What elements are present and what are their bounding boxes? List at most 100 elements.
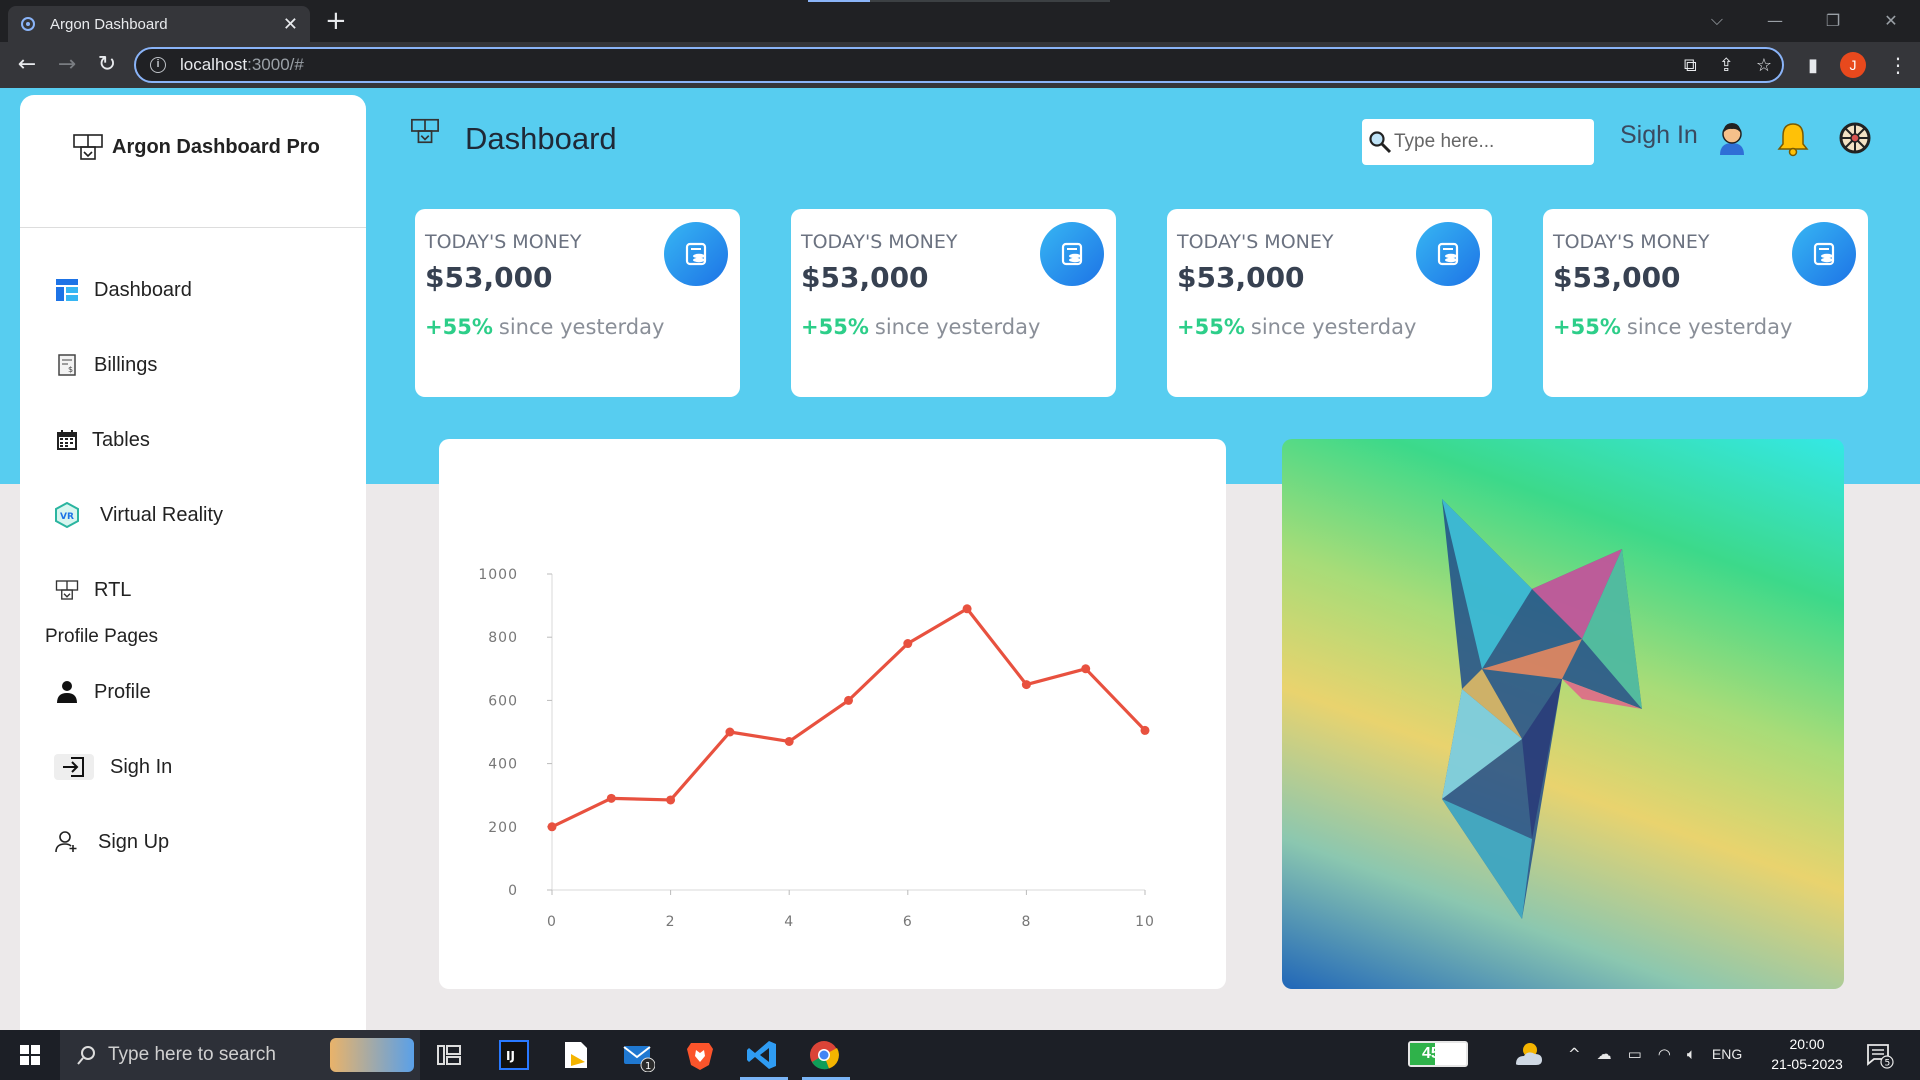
- data-point: [844, 695, 853, 705]
- brave-browser-icon[interactable]: [683, 1038, 717, 1072]
- crystal-shape-illustration: [1442, 499, 1642, 919]
- search-box[interactable]: [1362, 119, 1594, 165]
- clock-date: 21-05-2023: [1771, 1056, 1843, 1072]
- more-menu-icon[interactable]: ⋮: [1888, 53, 1908, 77]
- window-controls: ⌵ — ❐ ✕: [1688, 0, 1920, 40]
- tab-strip-line: [870, 0, 1110, 2]
- y-tick-label: 1000: [478, 567, 518, 583]
- stat-change: +55% since yesterday: [1553, 315, 1792, 339]
- stat-change: +55% since yesterday: [425, 315, 664, 339]
- file-explorer-icon[interactable]: [559, 1038, 593, 1072]
- sidebar-divider: [20, 227, 366, 228]
- back-arrow-icon[interactable]: ←: [14, 52, 40, 78]
- stat-label: TODAY'S MONEY: [801, 231, 958, 253]
- chrome-icon[interactable]: [807, 1038, 841, 1072]
- side-panel-icon[interactable]: ▮: [1808, 55, 1818, 76]
- calendar-icon: [54, 427, 80, 453]
- sidebar-item-label: Dashboard: [94, 278, 192, 301]
- sidebar-item-dashboard[interactable]: Dashboard: [54, 277, 192, 303]
- stat-value: $53,000: [1177, 261, 1305, 294]
- url-path: :3000/#: [247, 55, 304, 74]
- restore-button[interactable]: ❐: [1804, 11, 1862, 30]
- vr-icon: VR: [54, 502, 80, 528]
- intellij-icon[interactable]: IJ: [497, 1038, 531, 1072]
- taskbar-search[interactable]: Type here to search: [60, 1030, 420, 1080]
- wifi-icon[interactable]: ◠: [1658, 1045, 1671, 1063]
- weather-icon[interactable]: [1510, 1040, 1544, 1070]
- brand[interactable]: Argon Dashboard Pro: [72, 133, 320, 161]
- brand-name: Argon Dashboard Pro: [112, 135, 320, 158]
- sign-in-icon: [54, 754, 94, 780]
- svg-text:IJ: IJ: [506, 1049, 515, 1063]
- settings-wheel-icon[interactable]: [1838, 121, 1872, 155]
- line-chart: 0 200 400 600 800 1000 0 2 4 6 8 10: [478, 567, 1154, 930]
- search-input[interactable]: [1394, 131, 1584, 153]
- profile-avatar[interactable]: J: [1840, 52, 1866, 78]
- page-title: Dashboard: [465, 121, 617, 156]
- minimize-button[interactable]: —: [1746, 11, 1804, 30]
- sidebar-item-tables[interactable]: Tables: [54, 427, 150, 453]
- stat-change: +55% since yesterday: [801, 315, 1040, 339]
- address-bar[interactable]: i localhost :3000/# ⧉ ⇪ ☆: [134, 47, 1784, 83]
- windows-start-icon[interactable]: [20, 1045, 40, 1065]
- tab-close-icon[interactable]: ✕: [283, 14, 298, 35]
- coins-icon: [1416, 222, 1480, 286]
- task-view-icon[interactable]: [432, 1038, 466, 1072]
- mail-badge: 1: [645, 1061, 651, 1072]
- battery-percent: 45%: [1421, 1045, 1455, 1062]
- site-info-icon[interactable]: i: [150, 57, 166, 73]
- bookmark-star-icon[interactable]: ☆: [1756, 55, 1772, 76]
- search-highlight-icon: [330, 1038, 414, 1072]
- share-icon[interactable]: ⇪: [1719, 55, 1734, 76]
- notification-bell-icon[interactable]: [1777, 121, 1809, 157]
- data-point: [1021, 680, 1031, 690]
- coins-icon: [664, 222, 728, 286]
- sidebar-item-sign-up[interactable]: Sign Up: [54, 829, 169, 855]
- browser-toolbar: ← → ↻ i localhost :3000/# ⧉ ⇪ ☆ ▮ J ⋮: [0, 42, 1920, 88]
- stat-change-text: since yesterday: [1626, 315, 1793, 339]
- header-sign-in-link[interactable]: Sigh In: [1620, 121, 1698, 150]
- sidebar-item-label: Profile: [94, 680, 151, 703]
- browser-tab[interactable]: Argon Dashboard ✕: [8, 6, 310, 42]
- forward-arrow-icon[interactable]: →: [54, 52, 80, 78]
- x-tick-label: 2: [666, 914, 676, 930]
- sidebar-item-rtl[interactable]: RTL: [54, 577, 131, 603]
- tab-search-icon[interactable]: ⌵: [1688, 10, 1746, 30]
- stat-card: TODAY'S MONEY $53,000 +55% since yesterda…: [1543, 209, 1868, 397]
- battery-indicator[interactable]: 45%: [1408, 1041, 1468, 1067]
- stat-card: TODAY'S MONEY $53,000 +55% since yesterda…: [415, 209, 740, 397]
- sidebar-item-profile[interactable]: Profile: [54, 679, 151, 705]
- stat-card: TODAY'S MONEY $53,000 +55% since yesterda…: [791, 209, 1116, 397]
- y-tick-label: 400: [488, 757, 518, 773]
- svg-text:$: $: [68, 365, 73, 374]
- y-tick-label: 800: [488, 630, 518, 646]
- taskbar-clock[interactable]: 20:00 21-05-2023: [1762, 1034, 1852, 1074]
- y-tick-label: 600: [488, 693, 518, 709]
- user-avatar-icon[interactable]: [1716, 121, 1748, 157]
- onedrive-icon[interactable]: ☁: [1597, 1045, 1612, 1063]
- stat-change-percent: +55%: [1177, 315, 1245, 339]
- reload-icon[interactable]: ↻: [94, 52, 120, 78]
- sidebar-item-virtual-reality[interactable]: VR Virtual Reality: [54, 502, 223, 528]
- close-window-button[interactable]: ✕: [1862, 11, 1920, 30]
- sidebar-item-label: Tables: [92, 428, 150, 451]
- clock-time: 20:00: [1789, 1036, 1825, 1052]
- vscode-icon[interactable]: [745, 1038, 779, 1072]
- tab-title: Argon Dashboard: [50, 15, 168, 33]
- open-in-app-icon[interactable]: ⧉: [1684, 55, 1697, 76]
- sidebar-item-sign-in[interactable]: Sigh In: [54, 754, 172, 780]
- stat-value: $53,000: [801, 261, 929, 294]
- line-chart-card: 0 200 400 600 800 1000 0 2 4 6 8 10: [439, 439, 1226, 989]
- volume-icon[interactable]: 🔈︎: [1687, 1045, 1696, 1063]
- sidebar-item-billings[interactable]: $ Billings: [54, 352, 157, 378]
- language-indicator[interactable]: ENG: [1712, 1045, 1742, 1063]
- data-point: [547, 822, 557, 832]
- dashboard-icon: [54, 277, 80, 303]
- new-tab-button[interactable]: +: [325, 8, 347, 34]
- show-hidden-icons-chevron-icon[interactable]: ^: [1568, 1045, 1581, 1063]
- stat-label: TODAY'S MONEY: [425, 231, 582, 253]
- notification-center-icon[interactable]: 5: [1866, 1043, 1894, 1069]
- mail-icon[interactable]: 1: [621, 1038, 655, 1072]
- battery-tray-icon[interactable]: ▭: [1628, 1045, 1642, 1063]
- search-icon: [77, 1046, 95, 1065]
